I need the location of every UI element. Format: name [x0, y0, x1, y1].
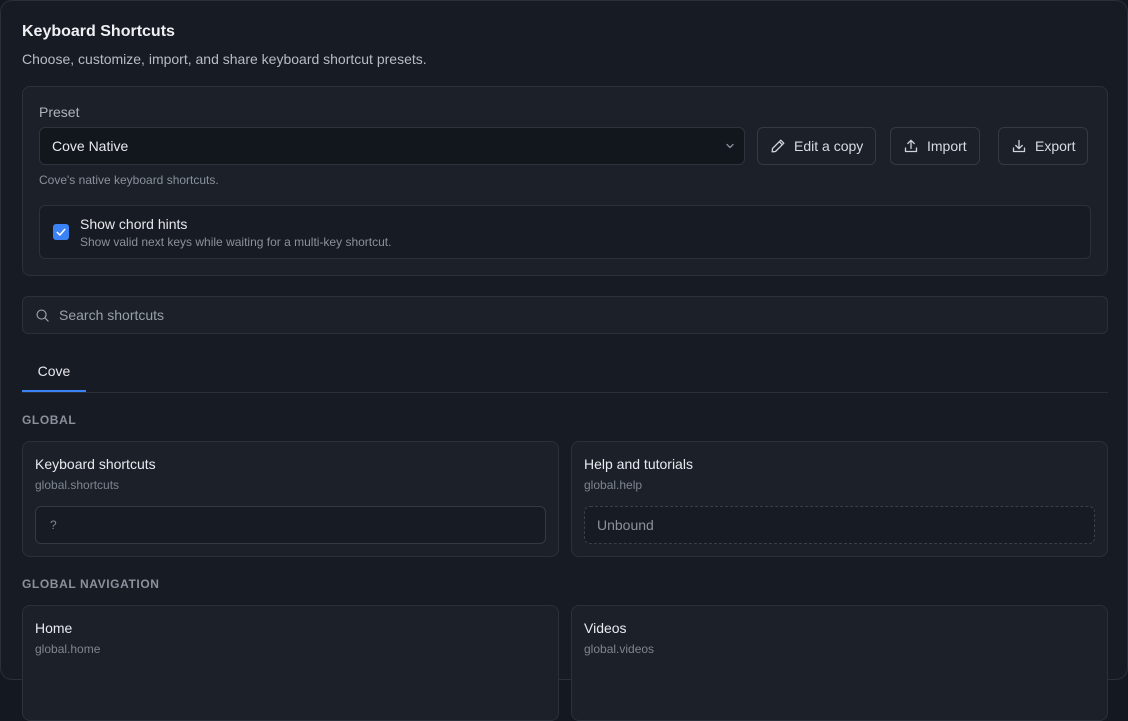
- upload-icon: [904, 139, 918, 153]
- shortcut-title: Home: [35, 620, 73, 636]
- export-button[interactable]: Export: [998, 127, 1089, 165]
- shortcut-card-help: Help and tutorials global.help Unbound: [571, 441, 1108, 557]
- page-subtitle: Choose, customize, import, and share key…: [22, 51, 427, 67]
- shortcut-binding-field[interactable]: Unbound: [584, 506, 1095, 544]
- shortcut-binding-field[interactable]: ?: [35, 506, 546, 544]
- shortcut-title: Keyboard shortcuts: [35, 456, 156, 472]
- shortcut-title: Help and tutorials: [584, 456, 693, 472]
- page-title: Keyboard Shortcuts: [22, 23, 175, 40]
- check-icon: [56, 228, 66, 236]
- shortcut-title: Videos: [584, 620, 627, 636]
- edit-copy-label: Edit a copy: [794, 138, 864, 154]
- edit-copy-button[interactable]: Edit a copy: [757, 127, 877, 165]
- chord-hints-description: Show valid next keys while waiting for a…: [80, 235, 392, 249]
- search-input[interactable]: [59, 297, 1099, 333]
- import-label: Import: [927, 138, 967, 154]
- tab-bar: Cove: [22, 351, 1108, 393]
- shortcut-id: global.shortcuts: [35, 478, 120, 492]
- section-heading-global-navigation: GLOBAL NAVIGATION: [22, 577, 160, 591]
- shortcut-id: global.home: [35, 642, 101, 656]
- import-button[interactable]: Import: [890, 127, 980, 165]
- search-box: [22, 296, 1108, 334]
- export-label: Export: [1035, 138, 1076, 154]
- preset-select-value: Cove Native: [52, 138, 129, 154]
- chevron-down-icon: [726, 143, 734, 149]
- download-icon: [1012, 139, 1026, 153]
- shortcut-id: global.help: [584, 478, 643, 492]
- preset-label: Preset: [39, 104, 80, 120]
- tab-cove[interactable]: Cove: [22, 351, 86, 392]
- shortcut-id: global.videos: [584, 642, 655, 656]
- preset-card: Preset Cove Native Edit a copy Import Ex…: [22, 86, 1108, 276]
- chord-hints-checkbox[interactable]: [53, 224, 69, 240]
- chord-hints-option: Show chord hints Show valid next keys wh…: [39, 205, 1091, 259]
- preset-select[interactable]: Cove Native: [39, 127, 745, 165]
- section-heading-global: GLOBAL: [22, 413, 77, 427]
- shortcut-card-videos: Videos global.videos: [571, 605, 1108, 721]
- keyboard-shortcuts-panel: Keyboard Shortcuts Choose, customize, im…: [0, 0, 1128, 721]
- pencil-icon: [771, 139, 785, 153]
- shortcut-card-home: Home global.home: [22, 605, 559, 721]
- preset-description: Cove's native keyboard shortcuts.: [39, 173, 219, 187]
- chord-hints-title: Show chord hints: [80, 216, 188, 232]
- search-icon: [36, 309, 49, 322]
- shortcut-card-keyboard-shortcuts: Keyboard shortcuts global.shortcuts ?: [22, 441, 559, 557]
